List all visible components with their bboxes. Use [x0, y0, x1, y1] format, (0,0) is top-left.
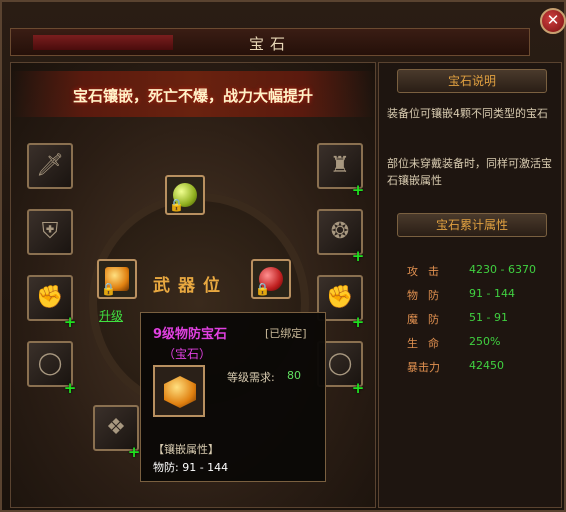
- lock-icon: 🔒: [169, 198, 184, 212]
- add-plus-icon[interactable]: +: [351, 183, 365, 198]
- add-plus-icon[interactable]: +: [351, 381, 365, 396]
- lock-icon: 🔒: [255, 282, 270, 296]
- gem-info-header: 宝石说明: [397, 69, 547, 93]
- stat-row-crit: 暴击力 42450: [407, 359, 557, 377]
- level-requirement-value: 80: [287, 369, 301, 382]
- stat-label: 物防: [407, 289, 449, 302]
- inlay-attribute-value: 物防: 91 - 144: [153, 461, 229, 474]
- stat-value: 42450: [469, 359, 504, 372]
- necklace-icon: ❂: [330, 219, 350, 244]
- gem-tooltip: 9级物防宝石 [已绑定] （宝石） 等级需求: 80 【镶嵌属性】 物防: 91…: [140, 312, 326, 482]
- gem-info-line-2: 部位未穿戴装备时，同样可激活宝石镶嵌属性: [387, 157, 552, 187]
- armor-slot[interactable]: ⛨: [27, 209, 73, 255]
- helmet-icon: ♜: [330, 153, 350, 178]
- slot-position-label: 武器位: [153, 276, 228, 296]
- stat-value: 250%: [469, 335, 501, 348]
- weapon-slot[interactable]: 🗡: [27, 143, 73, 189]
- armor-icon: ⛨: [41, 219, 59, 244]
- add-plus-icon[interactable]: +: [351, 249, 365, 264]
- close-button[interactable]: ✕: [540, 8, 566, 34]
- gem-socket-left[interactable]: 🔒: [97, 259, 137, 299]
- stat-row-attack: 攻击 4230 - 6370: [407, 263, 557, 281]
- lock-icon: 🔒: [101, 282, 116, 296]
- gem-item-icon: [153, 365, 205, 417]
- inlay-attribute-title: 【镶嵌属性】: [153, 443, 219, 456]
- stat-label: 暴击力: [407, 361, 440, 374]
- gem-window: 宝石 ✕ 宝石镶嵌，死亡不爆，战力大幅提升 🗡 ⛨ ✊ + ◯ + ♜ + ❂ …: [0, 0, 566, 512]
- ring-icon: ◯: [37, 351, 63, 376]
- add-plus-icon[interactable]: +: [63, 381, 77, 396]
- promo-banner: 宝石镶嵌，死亡不爆，战力大幅提升: [11, 71, 375, 117]
- gem-socket-right[interactable]: 🔒: [251, 259, 291, 299]
- stat-value: 4230 - 6370: [469, 263, 536, 276]
- sword-icon: 🗡: [36, 153, 64, 178]
- window-title: 宝石: [248, 35, 291, 53]
- add-plus-icon[interactable]: +: [351, 315, 365, 330]
- bracer-icon: ✊: [36, 285, 64, 310]
- upgrade-link[interactable]: 升级: [99, 307, 123, 324]
- stat-label: 魔防: [407, 313, 449, 326]
- add-plus-icon[interactable]: +: [127, 445, 141, 460]
- stat-value: 91 - 144: [469, 287, 515, 300]
- stat-label: 生命: [407, 337, 449, 350]
- gem-name: 9级物防宝石: [153, 327, 228, 342]
- banner-text: 宝石镶嵌，死亡不爆，战力大幅提升: [72, 87, 313, 105]
- stat-row-life: 生命 250%: [407, 335, 557, 353]
- item-type: （宝石）: [163, 347, 212, 361]
- stat-row-physical-defense: 物防 91 - 144: [407, 287, 557, 305]
- stat-row-magic-defense: 魔防 51 - 91: [407, 311, 557, 329]
- bound-status: [已绑定]: [265, 327, 307, 340]
- info-panel: 宝石说明 装备位可镶嵌4颗不同类型的宝石 部位未穿戴装备时，同样可激活宝石镶嵌属…: [378, 62, 562, 508]
- gem-socket-top[interactable]: 🔒: [165, 175, 205, 215]
- stat-label: 攻击: [407, 265, 449, 278]
- add-plus-icon[interactable]: +: [63, 315, 77, 330]
- stat-value: 51 - 91: [469, 311, 508, 324]
- belt-icon: ❖: [106, 415, 126, 440]
- orange-hex-gem-icon: [164, 376, 196, 408]
- title-bar: 宝石: [10, 28, 530, 56]
- level-requirement-label: 等级需求:: [227, 371, 275, 384]
- gem-info-line-1: 装备位可镶嵌4颗不同类型的宝石: [387, 107, 548, 120]
- cumulative-stats-header: 宝石累计属性: [397, 213, 547, 237]
- bracer-icon: ✊: [326, 285, 354, 310]
